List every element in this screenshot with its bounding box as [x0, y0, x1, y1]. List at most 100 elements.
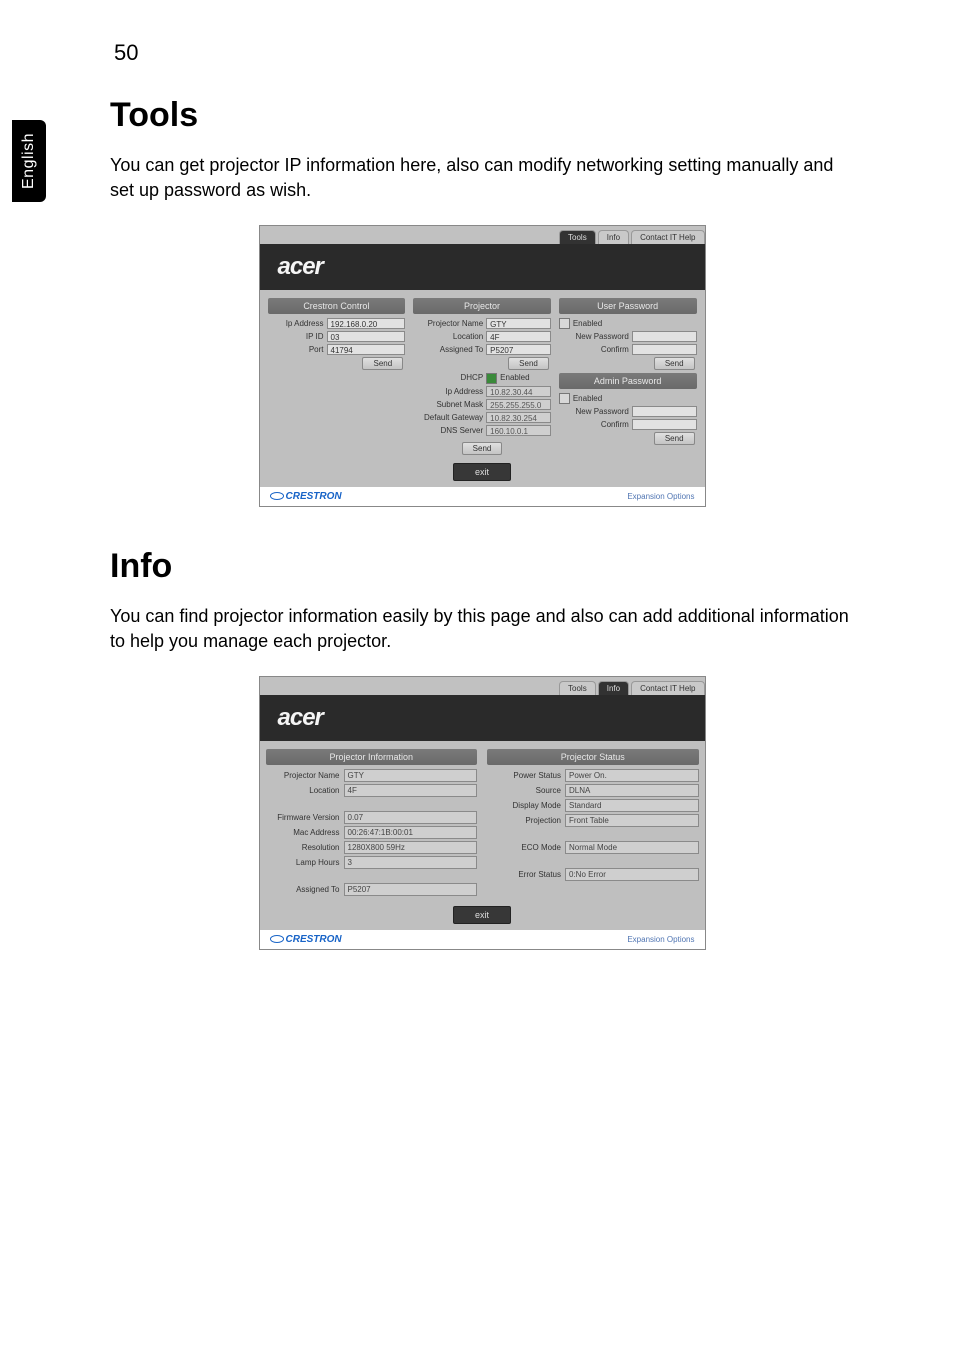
proj-dhcp-label: DHCP — [413, 373, 486, 382]
cc-port-input[interactable]: 41794 — [327, 344, 406, 355]
info-projection-label: Projection — [487, 816, 565, 825]
projector-title: Projector — [413, 298, 551, 314]
info-source-val: DLNA — [565, 784, 699, 797]
info-error-label: Error Status — [487, 870, 565, 879]
admin-newpw-label: New Password — [559, 407, 632, 416]
info-res-val: 1280X800 59Hz — [344, 841, 478, 854]
info-source-label: Source — [487, 786, 565, 795]
tab-info-2[interactable]: Info — [598, 681, 629, 695]
tools-top-tabs: Tools Info Contact IT Help — [260, 226, 705, 244]
admin-newpw-input[interactable] — [632, 406, 697, 417]
proj-gw-label: Default Gateway — [413, 413, 486, 422]
proj-assigned-label: Assigned To — [413, 345, 486, 354]
info-body: Projector Information Projector Name GTY… — [260, 741, 705, 930]
tab-contact[interactable]: Contact IT Help — [631, 230, 704, 244]
info-projname-label: Projector Name — [266, 771, 344, 780]
info-display-val: Standard — [565, 799, 699, 812]
tab-tools[interactable]: Tools — [559, 230, 596, 244]
proj-ip-label: Ip Address — [413, 387, 486, 396]
crestron-control-title: Crestron Control — [268, 298, 406, 314]
info-res-label: Resolution — [266, 843, 344, 852]
user-newpw-label: New Password — [559, 332, 632, 341]
proj-gw-input[interactable]: 10.82.30.254 — [486, 412, 551, 423]
info-banner: acer — [260, 695, 705, 741]
proj-dns-label: DNS Server — [413, 426, 486, 435]
info-top-tabs: Tools Info Contact IT Help — [260, 677, 705, 695]
info-eco-val: Normal Mode — [565, 841, 699, 854]
admin-pw-title: Admin Password — [559, 373, 697, 389]
proj-location-input[interactable]: 4F — [486, 331, 551, 342]
proj-net-send-button[interactable]: Send — [462, 442, 503, 455]
tools-heading: Tools — [110, 96, 854, 135]
tools-banner: acer — [260, 244, 705, 290]
acer-logo-2: acer — [278, 704, 323, 732]
cc-ip-input[interactable]: 192.168.0.20 — [327, 318, 406, 329]
info-screenshot: Tools Info Contact IT Help acer Projecto… — [259, 676, 706, 950]
info-power-val: Power On. — [565, 769, 699, 782]
expansion-options-link[interactable]: Expansion Options — [627, 492, 694, 501]
user-confirm-input[interactable] — [632, 344, 697, 355]
language-tab: English — [12, 120, 46, 202]
proj-assigned-input[interactable]: P5207 — [486, 344, 551, 355]
language-tab-label: English — [20, 133, 38, 189]
tab-tools-2[interactable]: Tools — [559, 681, 596, 695]
info-desc: You can find projector information easil… — [110, 604, 854, 654]
proj-name-label: Projector Name — [413, 319, 486, 328]
user-pw-enabled-chk[interactable] — [559, 318, 573, 329]
proj-dhcp-checkbox[interactable] — [486, 372, 500, 383]
info-assigned-val: P5207 — [344, 883, 478, 896]
admin-pw-send-button[interactable]: Send — [654, 432, 695, 445]
admin-confirm-label: Confirm — [559, 420, 632, 429]
tab-info[interactable]: Info — [598, 230, 629, 244]
info-lamp-val: 3 — [344, 856, 478, 869]
user-confirm-label: Confirm — [559, 345, 632, 354]
cc-send-button[interactable]: Send — [362, 357, 403, 370]
info-projection-val: Front Table — [565, 814, 699, 827]
proj-dhcp-enabled: Enabled — [500, 373, 529, 382]
info-projname-val: GTY — [344, 769, 478, 782]
acer-logo: acer — [278, 253, 323, 281]
info-mac-label: Mac Address — [266, 828, 344, 837]
info-location-val: 4F — [344, 784, 478, 797]
tools-screenshot: Tools Info Contact IT Help acer Crestron… — [259, 225, 706, 506]
info-power-label: Power Status — [487, 771, 565, 780]
tools-body: Crestron Control Ip Address 192.168.0.20… — [260, 290, 705, 486]
proj-send-button[interactable]: Send — [508, 357, 549, 370]
info-heading: Info — [110, 547, 854, 586]
info-footer: CRESTRON Expansion Options — [260, 930, 705, 949]
proj-dns-input[interactable]: 160.10.0.1 — [486, 425, 551, 436]
projector-info-title: Projector Information — [266, 749, 478, 765]
user-pw-send-button[interactable]: Send — [654, 357, 695, 370]
cc-ip-label: Ip Address — [268, 319, 327, 328]
info-eco-label: ECO Mode — [487, 843, 565, 852]
tools-footer: CRESTRON Expansion Options — [260, 487, 705, 506]
proj-subnet-input[interactable]: 255.255.255.0 — [486, 399, 551, 410]
admin-pw-enabled-label: Enabled — [573, 394, 602, 403]
projector-status-title: Projector Status — [487, 749, 699, 765]
user-pw-title: User Password — [559, 298, 697, 314]
info-display-label: Display Mode — [487, 801, 565, 810]
proj-subnet-label: Subnet Mask — [413, 400, 486, 409]
tab-contact-2[interactable]: Contact IT Help — [631, 681, 704, 695]
cc-ipid-input[interactable]: 03 — [327, 331, 406, 342]
expansion-options-link-2[interactable]: Expansion Options — [627, 935, 694, 944]
page-number: 50 — [114, 40, 854, 66]
proj-ip-input[interactable]: 10.82.30.44 — [486, 386, 551, 397]
tools-exit-button[interactable]: exit — [453, 463, 511, 481]
proj-name-input[interactable]: GTY — [486, 318, 551, 329]
info-fw-val: 0.07 — [344, 811, 478, 824]
info-lamp-label: Lamp Hours — [266, 858, 344, 867]
admin-confirm-input[interactable] — [632, 419, 697, 430]
info-exit-button[interactable]: exit — [453, 906, 511, 924]
crestron-logo-2: CRESTRON — [270, 934, 342, 945]
crestron-logo: CRESTRON — [270, 491, 342, 502]
info-error-val: 0:No Error — [565, 868, 699, 881]
cc-ipid-label: IP ID — [268, 332, 327, 341]
user-newpw-input[interactable] — [632, 331, 697, 342]
proj-location-label: Location — [413, 332, 486, 341]
info-mac-val: 00:26:47:1B:00:01 — [344, 826, 478, 839]
info-fw-label: Firmware Version — [266, 813, 344, 822]
admin-pw-enabled-chk[interactable] — [559, 393, 573, 404]
info-assigned-label: Assigned To — [266, 885, 344, 894]
tools-desc: You can get projector IP information her… — [110, 153, 854, 203]
